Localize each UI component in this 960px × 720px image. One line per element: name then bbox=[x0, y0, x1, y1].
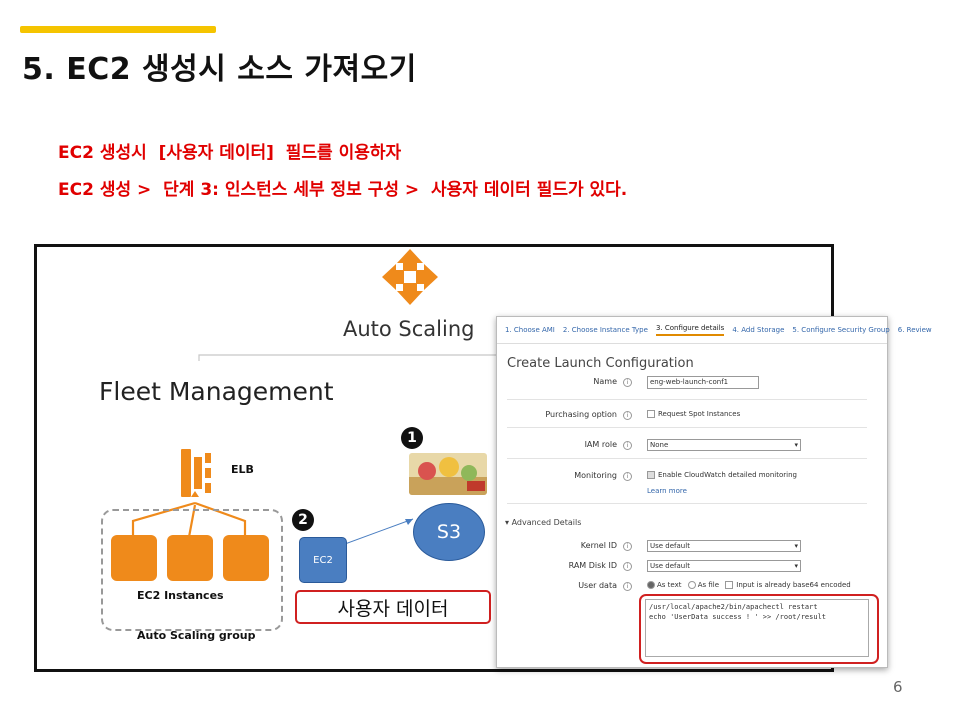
user-data-label: User data bbox=[507, 581, 617, 590]
as-text-option[interactable]: As text bbox=[657, 581, 681, 589]
learn-more-link[interactable]: Learn more bbox=[647, 487, 687, 495]
advanced-details-label: Advanced Details bbox=[512, 518, 582, 527]
kernel-id-label: Kernel ID bbox=[507, 541, 617, 550]
s3-node: S3 bbox=[413, 503, 485, 561]
elb-icon bbox=[181, 449, 211, 497]
page-number: 6 bbox=[893, 678, 903, 696]
kernel-id-select[interactable]: Use default ▾ bbox=[647, 540, 801, 552]
connector-line bbox=[199, 355, 497, 361]
monitoring-label: Monitoring bbox=[507, 471, 617, 480]
base64-option[interactable]: Input is already base64 encoded bbox=[736, 581, 850, 589]
spot-instances-checkbox[interactable]: Request Spot Instances bbox=[647, 410, 740, 418]
tab-configure-details[interactable]: 3. Configure details bbox=[656, 324, 724, 336]
source-thumbnail-image bbox=[409, 453, 487, 495]
ram-disk-id-select[interactable]: Use default ▾ bbox=[647, 560, 801, 572]
user-data-callout: 사용자 데이터 bbox=[295, 590, 491, 624]
launch-config-console: 1. Choose AMI 2. Choose Instance Type 3.… bbox=[496, 316, 888, 668]
help-icon[interactable]: i bbox=[623, 378, 632, 387]
tab-choose-instance-type[interactable]: 2. Choose Instance Type bbox=[563, 326, 648, 334]
wizard-tabs: 1. Choose AMI 2. Choose Instance Type 3.… bbox=[497, 317, 887, 344]
iam-role-select[interactable]: None ▾ bbox=[647, 439, 801, 451]
ec2-instance-icon bbox=[223, 535, 269, 581]
subtitle-user-data-field: EC2 생성시 [사용자 데이터] 필드를 이용하자 bbox=[58, 138, 401, 163]
chevron-down-icon: ▾ bbox=[794, 542, 798, 550]
cloudwatch-monitoring-checkbox[interactable]: Enable CloudWatch detailed monitoring bbox=[647, 471, 797, 479]
ec2-instance-icon bbox=[111, 535, 157, 581]
slide-title: 5. EC2 생성시 소스 가져오기 bbox=[22, 44, 417, 88]
ram-disk-id-value: Use default bbox=[650, 562, 690, 570]
step-marker-2: 2 bbox=[292, 509, 314, 531]
tab-configure-security-group[interactable]: 5. Configure Security Group bbox=[792, 326, 889, 334]
chevron-down-icon: ▾ bbox=[794, 441, 798, 449]
radio-selected-icon[interactable] bbox=[647, 581, 655, 589]
name-label: Name bbox=[507, 377, 617, 386]
radio-icon[interactable] bbox=[688, 581, 696, 589]
checkbox-icon[interactable] bbox=[647, 410, 655, 418]
page-title: Create Launch Configuration bbox=[507, 356, 694, 371]
auto-scaling-group-label: Auto Scaling group bbox=[137, 629, 256, 642]
help-icon[interactable]: i bbox=[623, 562, 632, 571]
ram-disk-id-label: RAM Disk ID bbox=[507, 561, 617, 570]
advanced-details-toggle[interactable]: ▾ Advanced Details bbox=[505, 518, 581, 527]
iam-role-label: IAM role bbox=[507, 440, 617, 449]
as-file-option[interactable]: As file bbox=[698, 581, 719, 589]
tab-review[interactable]: 6. Review bbox=[898, 326, 932, 334]
divider bbox=[507, 503, 867, 504]
ec2-node: EC2 bbox=[299, 537, 347, 583]
fleet-management-label: Fleet Management bbox=[99, 377, 334, 406]
name-input[interactable]: eng-web-launch-conf1 bbox=[647, 376, 759, 389]
title-accent-bar bbox=[20, 26, 216, 33]
user-data-highlight bbox=[639, 594, 879, 664]
spot-instances-label: Request Spot Instances bbox=[658, 410, 740, 418]
ec2-instances-label: EC2 Instances bbox=[137, 589, 224, 602]
checkbox-icon[interactable] bbox=[725, 581, 733, 589]
divider bbox=[507, 399, 867, 400]
divider bbox=[507, 427, 867, 428]
step-marker-1: 1 bbox=[401, 427, 423, 449]
iam-role-value: None bbox=[650, 441, 668, 449]
help-icon[interactable]: i bbox=[623, 582, 632, 591]
ec2-instance-icon bbox=[167, 535, 213, 581]
help-icon[interactable]: i bbox=[623, 441, 632, 450]
checkbox-checked-icon[interactable] bbox=[647, 471, 655, 479]
purchasing-option-label: Purchasing option bbox=[507, 410, 617, 419]
auto-scaling-label: Auto Scaling bbox=[343, 317, 475, 341]
help-icon[interactable]: i bbox=[623, 542, 632, 551]
help-icon[interactable]: i bbox=[623, 411, 632, 420]
elb-label: ELB bbox=[231, 463, 254, 476]
divider bbox=[507, 458, 867, 459]
tab-add-storage[interactable]: 4. Add Storage bbox=[732, 326, 784, 334]
help-icon[interactable]: i bbox=[623, 472, 632, 481]
user-data-format-options: As text As file Input is already base64 … bbox=[647, 581, 851, 589]
kernel-id-value: Use default bbox=[650, 542, 690, 550]
chevron-down-icon: ▾ bbox=[794, 562, 798, 570]
cloudwatch-monitoring-label: Enable CloudWatch detailed monitoring bbox=[658, 471, 797, 479]
subtitle-wizard-path: EC2 생성 > 단계 3: 인스턴스 세부 정보 구성 > 사용자 데이터 필… bbox=[58, 175, 627, 200]
auto-scaling-arrows-icon bbox=[382, 249, 438, 305]
tab-choose-ami[interactable]: 1. Choose AMI bbox=[505, 326, 555, 334]
